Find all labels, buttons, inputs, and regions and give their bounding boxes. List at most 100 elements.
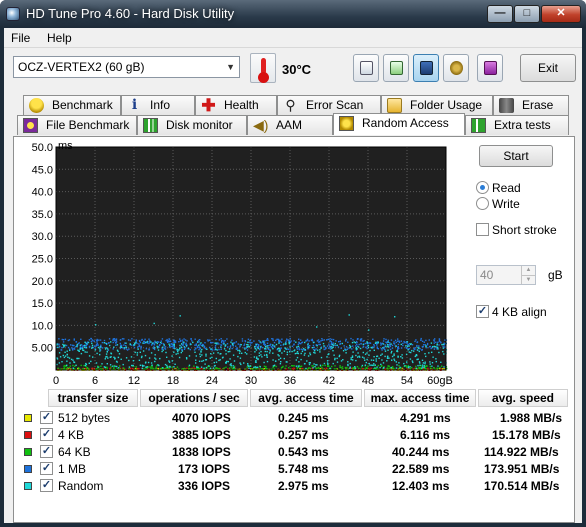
data-point [72, 367, 74, 369]
data-point [286, 338, 288, 340]
data-point [266, 338, 269, 340]
x-tick-label: 36 [284, 375, 296, 387]
copy-text-button[interactable] [383, 54, 409, 82]
minimize-button[interactable]: — [487, 5, 513, 23]
short-stroke-checkbox[interactable] [476, 223, 489, 236]
tab-label: Info [150, 98, 171, 112]
y-tick-label: 10.0 [32, 320, 53, 332]
data-point [396, 349, 398, 352]
copy-info-button[interactable] [353, 54, 379, 82]
series-checkbox[interactable]: ✓ [40, 428, 53, 441]
save-button[interactable] [413, 54, 439, 82]
data-point [359, 339, 362, 341]
data-point [349, 346, 351, 349]
row-name: Random [58, 479, 104, 493]
data-point [168, 361, 171, 363]
data-point [213, 361, 215, 364]
series-checkbox[interactable]: ✓ [40, 411, 53, 424]
data-point [83, 364, 85, 367]
data-point [345, 352, 347, 354]
spin-up-icon[interactable]: ▲ [521, 266, 535, 275]
data-point [240, 363, 242, 366]
options-button[interactable] [443, 54, 469, 82]
data-point [142, 365, 144, 367]
tab-file-benchmark[interactable]: File Benchmark [17, 115, 137, 135]
tab-erase[interactable]: Erase [493, 95, 569, 115]
align-checkbox[interactable]: ✓ [476, 305, 489, 318]
data-point [180, 351, 182, 354]
data-point [432, 356, 434, 358]
data-point [71, 348, 74, 350]
data-point [327, 363, 329, 366]
data-point [114, 357, 116, 359]
data-point [95, 368, 98, 370]
data-point [365, 361, 367, 364]
data-point [347, 361, 349, 363]
tab-folder-usage[interactable]: Folder Usage [381, 95, 493, 115]
tab-health[interactable]: ✚ Health [195, 95, 277, 115]
tab-random-access[interactable]: Random Access [333, 113, 465, 135]
data-point [406, 342, 408, 345]
data-point [164, 363, 167, 366]
series-checkbox[interactable]: ✓ [40, 462, 53, 475]
data-point [99, 353, 101, 356]
maximize-button[interactable]: □ [514, 5, 540, 23]
download-button[interactable] [477, 54, 503, 82]
data-point [148, 338, 150, 340]
data-point [186, 367, 188, 369]
menu-file[interactable]: File [11, 31, 30, 45]
data-point [212, 367, 215, 369]
write-radio[interactable] [476, 197, 489, 210]
data-point [216, 367, 218, 369]
data-point [152, 342, 154, 345]
data-point [426, 342, 429, 345]
start-button[interactable]: Start [479, 145, 553, 167]
drive-select[interactable]: OCZ-VERTEX2 (60 gB) ▼ [13, 56, 240, 78]
tab-error-scan[interactable]: ⚲ Error Scan [277, 95, 381, 115]
menu-help[interactable]: Help [47, 31, 72, 45]
close-button[interactable]: ✕ [541, 5, 581, 23]
exit-button[interactable]: Exit [520, 54, 576, 82]
data-point [199, 347, 201, 349]
series-checkbox[interactable]: ✓ [40, 479, 53, 492]
data-point [217, 352, 219, 354]
data-point [255, 357, 258, 360]
data-point [227, 360, 229, 363]
read-radio[interactable] [476, 181, 489, 194]
title-bar[interactable]: HD Tune Pro 4.60 - Hard Disk Utility — □… [0, 0, 586, 28]
tab-aam[interactable]: ◀) AAM [247, 115, 333, 135]
tab-disk-monitor[interactable]: Disk monitor [137, 115, 247, 135]
data-point [119, 339, 122, 341]
data-point [258, 339, 260, 342]
data-point [76, 343, 78, 346]
data-point [421, 367, 423, 369]
data-point [116, 365, 118, 368]
table-row: ✓ 512 bytes 4070 IOPS 0.245 ms 4.291 ms … [22, 410, 568, 427]
data-point [407, 365, 409, 367]
data-point [319, 364, 322, 366]
data-point [259, 366, 261, 368]
tab-benchmark[interactable]: Benchmark [23, 95, 121, 115]
data-point [366, 352, 368, 354]
data-point [278, 358, 280, 361]
data-point [215, 338, 217, 341]
tab-info[interactable]: i Info [121, 95, 195, 115]
x-tick-label: 0 [53, 375, 59, 387]
data-point [425, 345, 427, 348]
tab-extra-tests[interactable]: Extra tests [465, 115, 569, 135]
data-point [331, 338, 333, 341]
data-point [80, 344, 83, 346]
series-checkbox[interactable]: ✓ [40, 445, 53, 458]
short-stroke-spinner[interactable]: 40 ▲ ▼ [476, 265, 536, 285]
data-point [424, 353, 426, 355]
data-point [283, 350, 286, 352]
data-point [389, 342, 391, 344]
data-point [352, 368, 355, 370]
data-point [291, 345, 294, 347]
spin-down-icon[interactable]: ▼ [521, 275, 535, 284]
table-row: ✓ Random 336 IOPS 2.975 ms 12.403 ms 170… [22, 478, 568, 495]
data-point [148, 342, 150, 345]
data-point [138, 339, 141, 342]
data-point [227, 351, 229, 353]
data-point [145, 366, 147, 368]
